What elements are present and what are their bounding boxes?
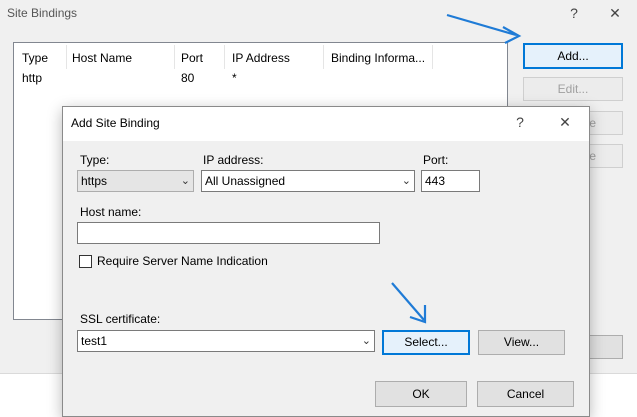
- arrow-annotation-icon: [391, 282, 427, 324]
